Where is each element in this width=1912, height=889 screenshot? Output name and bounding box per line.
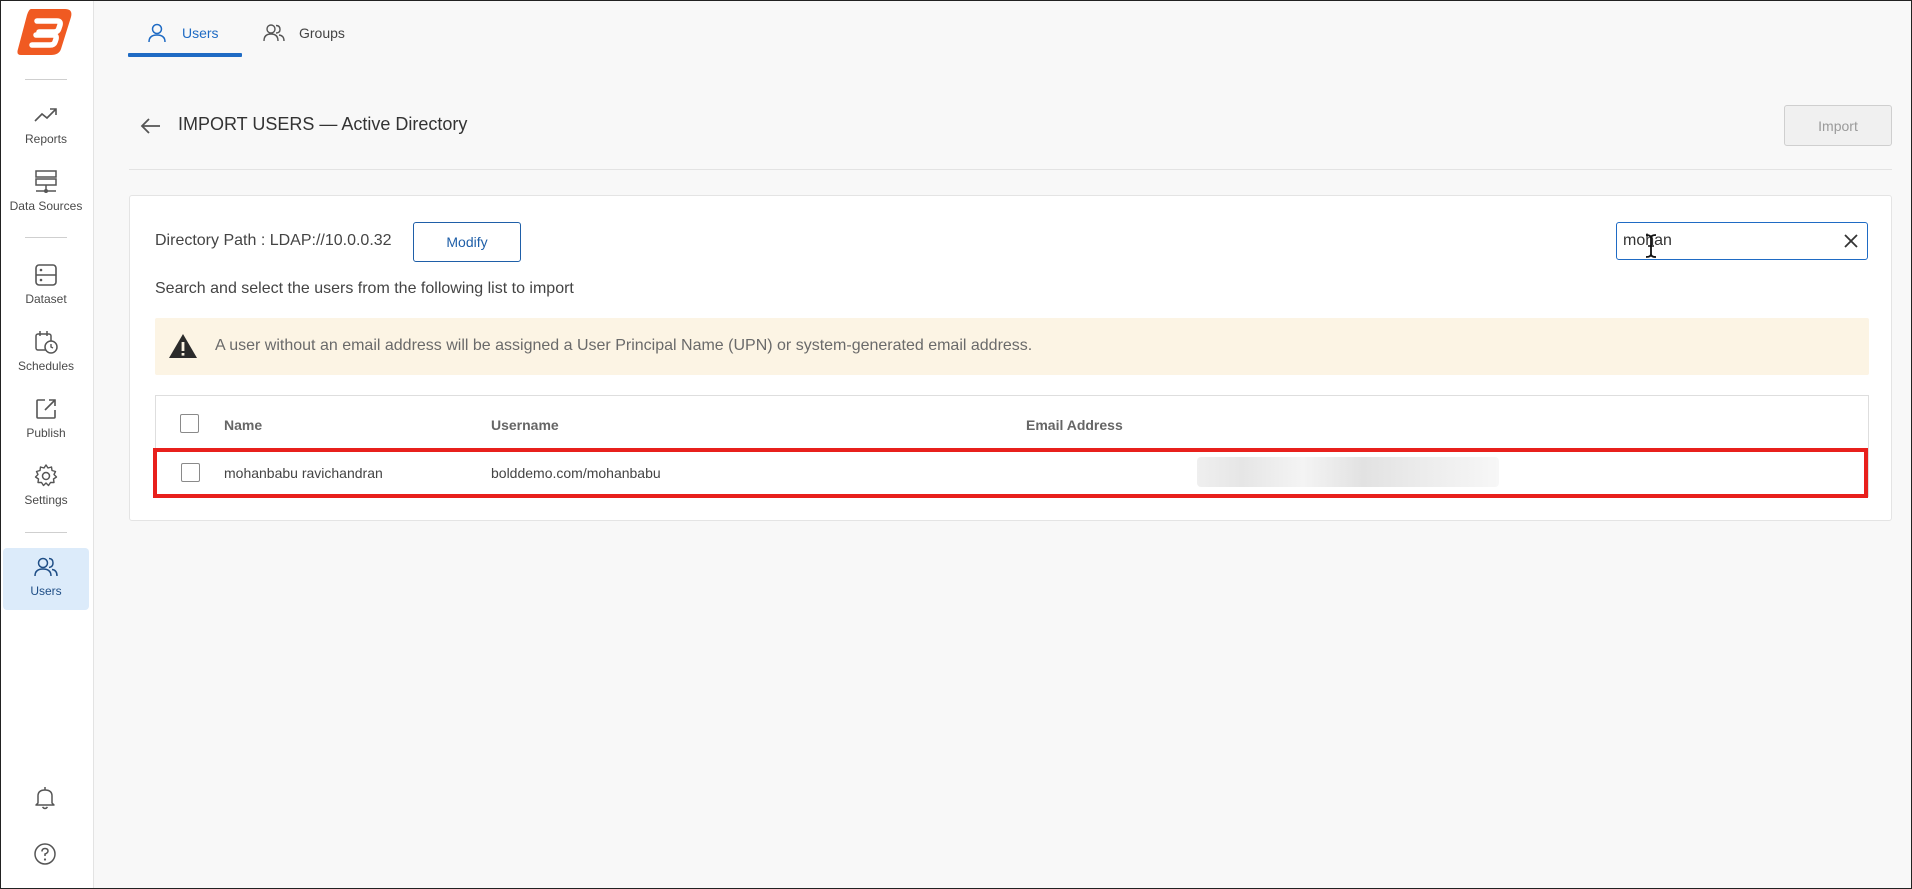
database-server-icon <box>35 170 57 193</box>
sidebar-item-label: Dataset <box>25 292 67 306</box>
sidebar-item-settings[interactable]: Settings <box>3 457 89 521</box>
sidebar-item-label: Reports <box>24 132 68 146</box>
tab-groups[interactable]: Groups <box>263 10 345 56</box>
tab-label: Users <box>182 25 219 41</box>
tab-label: Groups <box>299 25 345 41</box>
sidebar-divider <box>25 79 67 80</box>
sidebar-item-publish[interactable]: Publish <box>3 390 89 454</box>
close-icon[interactable] <box>1841 231 1861 251</box>
boldreports-logo-icon[interactable] <box>17 7 75 57</box>
import-button[interactable]: Import <box>1784 105 1892 146</box>
warning-alert: A user without an email address will be … <box>155 318 1869 375</box>
bell-icon[interactable] <box>32 785 58 811</box>
publish-icon <box>36 399 56 419</box>
back-arrow-icon[interactable] <box>138 113 164 139</box>
directory-path: Directory Path : LDAP://10.0.0.32 <box>155 232 392 249</box>
trending-up-icon <box>34 108 57 122</box>
page-title: IMPORT USERS — Active Directory <box>178 114 468 134</box>
header-divider <box>129 169 1892 170</box>
sidebar-item-label: Publish <box>26 426 66 440</box>
gear-icon <box>34 464 58 487</box>
column-header-email: Email Address <box>1026 417 1123 433</box>
sidebar-divider <box>25 532 67 533</box>
users-icon <box>34 557 58 577</box>
sidebar-item-users[interactable]: Users <box>3 548 89 610</box>
active-tab-indicator <box>128 53 242 57</box>
select-all-checkbox[interactable] <box>180 414 199 433</box>
calendar-clock-icon <box>35 331 58 354</box>
column-header-name: Name <box>224 417 263 433</box>
sidebar-item-label: Data Sources <box>9 199 83 213</box>
instruction-text: Search and select the users from the fol… <box>155 280 574 297</box>
sidebar-divider <box>25 237 67 238</box>
sidebar-item-reports[interactable]: Reports <box>3 96 89 160</box>
sidebar-item-label: Schedules <box>17 359 75 373</box>
help-icon[interactable] <box>32 841 58 867</box>
sidebar-item-schedules[interactable]: Schedules <box>3 323 89 387</box>
table-header: Name Username Email Address <box>156 396 1868 446</box>
sidebar: Reports Data Sources Dataset Schedules P… <box>1 1 94 888</box>
text-cursor-icon <box>1645 234 1657 258</box>
alert-text: A user without an email address will be … <box>215 337 1033 354</box>
sidebar-item-label: Settings <box>24 493 68 507</box>
warning-icon <box>169 334 197 358</box>
row-highlight-annotation <box>153 448 1868 498</box>
dataset-icon <box>35 264 57 286</box>
group-icon <box>263 24 285 42</box>
user-icon <box>148 23 166 43</box>
sidebar-item-label: Users <box>30 584 62 598</box>
modify-button[interactable]: Modify <box>413 222 521 262</box>
tab-users[interactable]: Users <box>146 10 219 56</box>
column-header-username: Username <box>491 417 559 433</box>
sidebar-item-dataset[interactable]: Dataset <box>3 256 89 320</box>
sidebar-item-data-sources[interactable]: Data Sources <box>3 163 89 227</box>
